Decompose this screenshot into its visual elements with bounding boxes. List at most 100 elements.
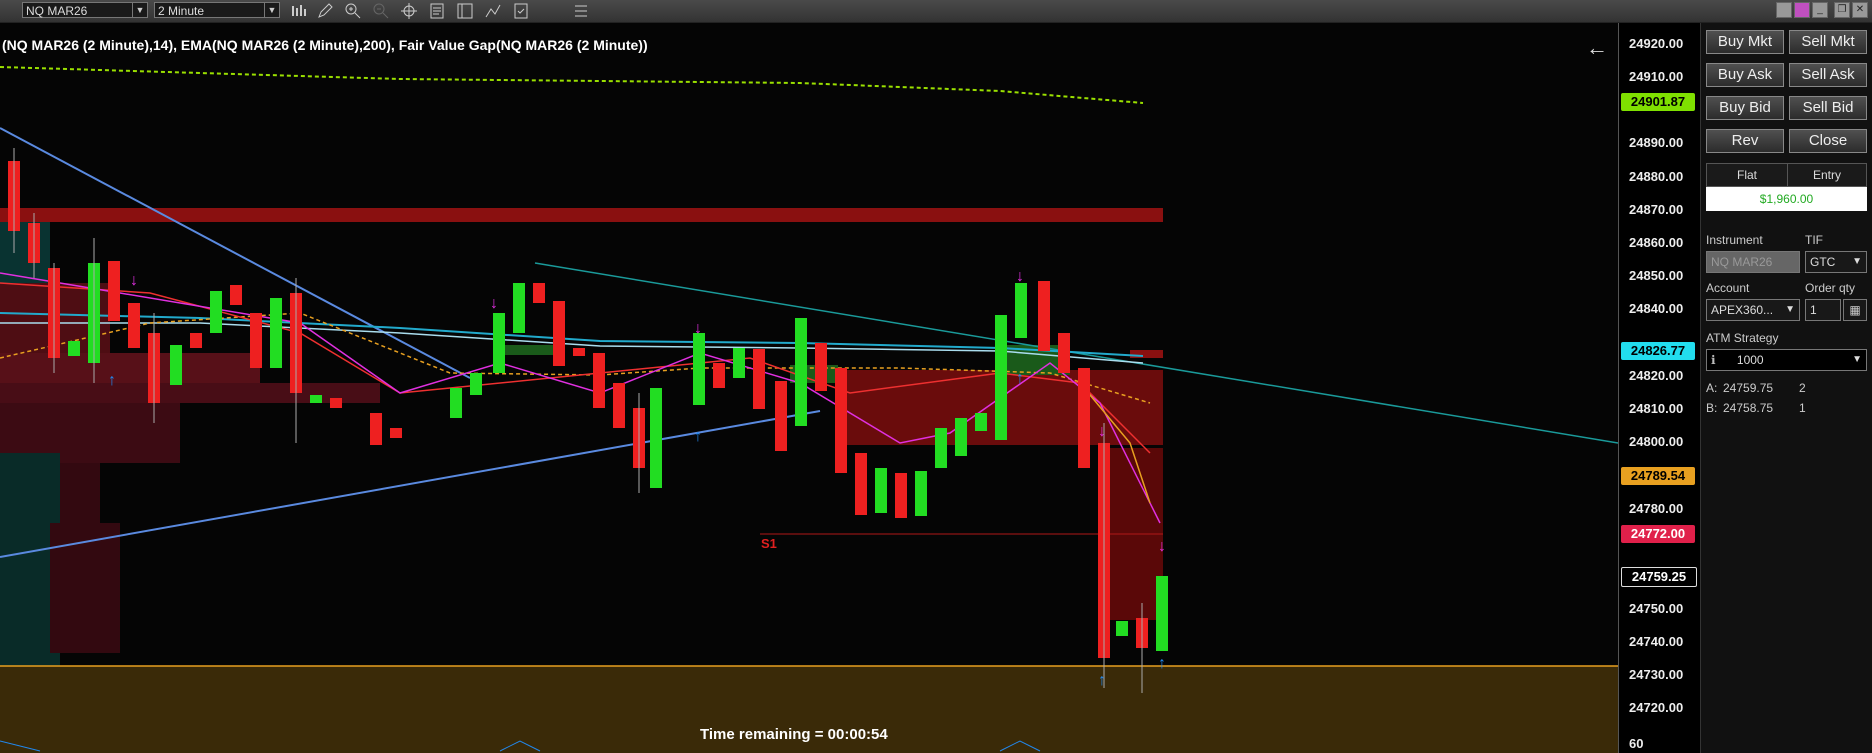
account-label: Account [1706,281,1750,295]
properties-icon[interactable] [428,2,446,20]
bid-price: 24758.75 [1723,401,1774,415]
bar-chart-icon[interactable] [290,2,308,20]
price-tick: 24750.00 [1629,601,1684,616]
minimize-icon[interactable]: _ [1812,2,1828,18]
svg-text:↓: ↓ [490,295,498,312]
rev-button[interactable]: Rev [1706,129,1784,153]
interval-selector-value: 2 Minute [158,4,205,18]
info-icon: ℹ [1711,353,1716,367]
chart-area[interactable]: ↓ ↑ ↓ ↓ ↑ ↓ ↑ ↓ ↑ ↓ ↑ (NQ MAR26 (2 Minut… [0,23,1618,753]
ask-size: 2 [1799,381,1806,395]
window-link-icon[interactable] [1794,2,1810,18]
zoom-out-icon[interactable] [372,2,390,20]
ask-price: 24759.75 [1723,381,1774,395]
list-icon[interactable] [572,2,590,20]
position-label: Flat [1707,164,1788,186]
draw-line-icon[interactable] [484,2,502,20]
order-qty-input[interactable]: 1 [1805,299,1841,321]
window-minimize-icon[interactable] [1776,2,1792,18]
atm-strategy-select[interactable]: ℹ 1000 ▼ [1706,349,1867,371]
svg-text:↓: ↓ [1098,423,1106,440]
instrument-field: NQ MAR26 [1706,251,1800,273]
svg-text:↓: ↓ [1016,268,1024,285]
price-tick: 24740.00 [1629,634,1684,649]
svg-text:↑: ↑ [108,372,116,389]
svg-text:↑: ↑ [1016,370,1024,387]
tif-select[interactable]: GTC ▼ [1805,251,1867,273]
svg-text:↑: ↑ [1098,672,1106,689]
chevron-down-icon: ▼ [132,3,147,17]
order-qty-label: Order qty [1805,281,1856,295]
price-tick: 24820.00 [1629,368,1684,383]
price-tick: 24840.00 [1629,301,1684,316]
price-tick: 24810.00 [1629,401,1684,416]
chart-toolbar: NQ MAR26 ▼ 2 Minute ▼ _ ❐ ✕ [0,0,1872,23]
atm-strategy-value: 1000 [1736,353,1764,367]
instrument-selector[interactable]: NQ MAR26 ▼ [22,2,148,18]
price-tag-ema: 24901.87 [1621,93,1695,111]
chevron-down-icon: ▼ [1852,256,1862,267]
atm-strategy-label: ATM Strategy [1706,331,1779,345]
price-tick: 24910.00 [1629,69,1684,84]
chart-trader-panel: Buy Mkt Sell Mkt Buy Ask Sell Ask Buy Bi… [1700,23,1872,753]
price-tick: 24780.00 [1629,501,1684,516]
buy-mkt-button[interactable]: Buy Mkt [1706,30,1784,54]
sell-mkt-button[interactable]: Sell Mkt [1789,30,1867,54]
price-tag-s1: 24772.00 [1621,525,1695,543]
pencil-icon[interactable] [316,2,334,20]
qty-grid-icon[interactable]: ▦ [1843,299,1867,321]
templates-icon[interactable] [512,2,530,20]
svg-text:↓: ↓ [130,272,138,289]
buy-bid-button[interactable]: Buy Bid [1706,96,1784,120]
data-box-icon[interactable] [456,2,474,20]
buy-ask-button[interactable]: Buy Ask [1706,63,1784,87]
price-tick: 24890.00 [1629,135,1684,150]
account-select[interactable]: APEX360... ▼ [1706,299,1800,321]
price-tick: 24850.00 [1629,268,1684,283]
position-header: Flat Entry [1706,163,1867,187]
signal-arrows: ↓ ↑ ↓ ↓ ↑ ↓ ↑ ↓ ↑ ↓ ↑ [108,268,1166,689]
bid-prefix: B: [1706,401,1718,415]
instrument-label: Instrument [1706,233,1763,247]
restore-icon[interactable]: ❐ [1834,2,1850,18]
svg-text:↓: ↓ [1158,538,1166,555]
back-arrow-icon[interactable]: ← [1586,35,1608,61]
price-tag-ma: 24789.54 [1621,467,1695,485]
price-tick: 24860.00 [1629,235,1684,250]
svg-text:↑: ↑ [1158,655,1166,672]
chevron-down-icon: ▼ [264,3,279,17]
entry-label: Entry [1812,168,1841,182]
price-tick: 24870.00 [1629,202,1684,217]
instrument-field-value: NQ MAR26 [1711,255,1773,269]
price-tick: 24800.00 [1629,434,1684,449]
fvg-zone [1130,350,1163,358]
crosshair-icon[interactable] [400,2,418,20]
pnl-display: $1,960.00 [1706,187,1867,211]
price-axis[interactable]: 24920.00 24910.00 24890.00 24880.00 2487… [1618,23,1699,753]
ask-prefix: A: [1706,381,1718,395]
price-tick: 24720.00 [1629,700,1684,715]
svg-text:↓: ↓ [694,320,702,337]
price-tick: 24880.00 [1629,169,1684,184]
chevron-down-icon: ▼ [1785,304,1795,315]
order-qty-value: 1 [1810,303,1817,317]
tif-select-value: GTC [1810,255,1836,269]
zoom-in-icon[interactable] [344,2,362,20]
time-remaining: Time remaining = 00:00:54 [700,726,888,743]
instrument-selector-value: NQ MAR26 [26,4,88,18]
price-tick: 24730.00 [1629,667,1684,682]
svg-text:↑: ↑ [694,428,702,445]
interval-selector[interactable]: 2 Minute ▼ [154,2,280,18]
sell-bid-button[interactable]: Sell Bid [1789,96,1867,120]
chevron-down-icon: ▼ [1852,354,1862,365]
s1-label: S1 [761,536,777,551]
bid-size: 1 [1799,401,1806,415]
price-tick: 24920.00 [1629,36,1684,51]
account-select-value: APEX360... [1711,303,1774,317]
ema-200-line [0,66,1144,104]
sell-ask-button[interactable]: Sell Ask [1789,63,1867,87]
close-button[interactable]: Close [1789,129,1867,153]
indicator-value: 60 [1629,736,1644,751]
close-icon[interactable]: ✕ [1852,2,1868,18]
tif-label: TIF [1805,233,1823,247]
